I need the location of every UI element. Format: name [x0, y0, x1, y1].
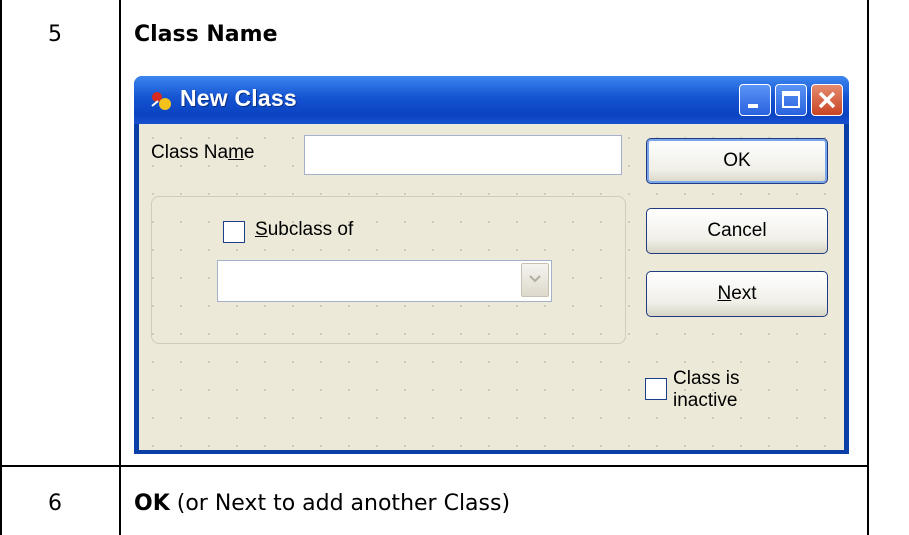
subclass-checkbox[interactable] [223, 221, 245, 243]
dialog-titlebar[interactable]: New Class [134, 76, 849, 124]
class-inactive-checkbox[interactable] [645, 378, 667, 400]
step-instruction: OK (or Next to add another Class) [134, 491, 510, 516]
table-border-right [867, 0, 869, 535]
dropdown-button[interactable] [521, 263, 549, 297]
maximize-icon [782, 91, 800, 108]
table-border-left [0, 0, 2, 535]
label-line: inactive [673, 390, 738, 411]
button-label: ext [731, 283, 757, 304]
ok-button[interactable]: OK [646, 138, 828, 184]
minimize-icon [748, 104, 758, 108]
label-text: ubclass of [267, 219, 354, 240]
dialog-body: Class Name Subclass of OK Cancel Next Cl… [139, 124, 844, 450]
step-number: 6 [48, 491, 62, 516]
class-name-input[interactable] [304, 135, 622, 175]
new-class-dialog: New Class Class Name Subclass of OK Canc… [134, 76, 849, 454]
next-button[interactable]: Next [646, 271, 828, 317]
accelerator-key: S [255, 219, 268, 240]
chevron-down-icon [529, 275, 541, 283]
subclass-select[interactable] [217, 260, 552, 302]
class-inactive-label[interactable]: Class is inactive [673, 368, 740, 412]
label-text: e [243, 142, 255, 163]
step-number: 5 [48, 22, 62, 47]
cancel-button[interactable]: Cancel [646, 208, 828, 254]
step-instruction-rest: (or Next to add another Class) [169, 491, 511, 516]
step-instruction-bold: OK [134, 491, 170, 516]
close-button[interactable] [811, 84, 843, 116]
step-instruction-bold: Class Name [134, 22, 278, 47]
accelerator-key: m [228, 142, 244, 163]
class-name-label: Class Name [151, 142, 254, 164]
subclass-label[interactable]: Subclass of [255, 219, 353, 241]
dialog-title: New Class [180, 85, 297, 111]
label-line: Class is [673, 368, 740, 389]
close-icon [818, 91, 836, 109]
minimize-button[interactable] [739, 84, 771, 116]
table-column-divider [119, 0, 121, 535]
maximize-button[interactable] [775, 84, 807, 116]
table-row-divider [0, 465, 869, 467]
step-instruction: Class Name [134, 22, 277, 47]
label-text: Class Na [151, 142, 229, 163]
accelerator-key: N [717, 283, 732, 304]
class-icon [151, 92, 171, 110]
